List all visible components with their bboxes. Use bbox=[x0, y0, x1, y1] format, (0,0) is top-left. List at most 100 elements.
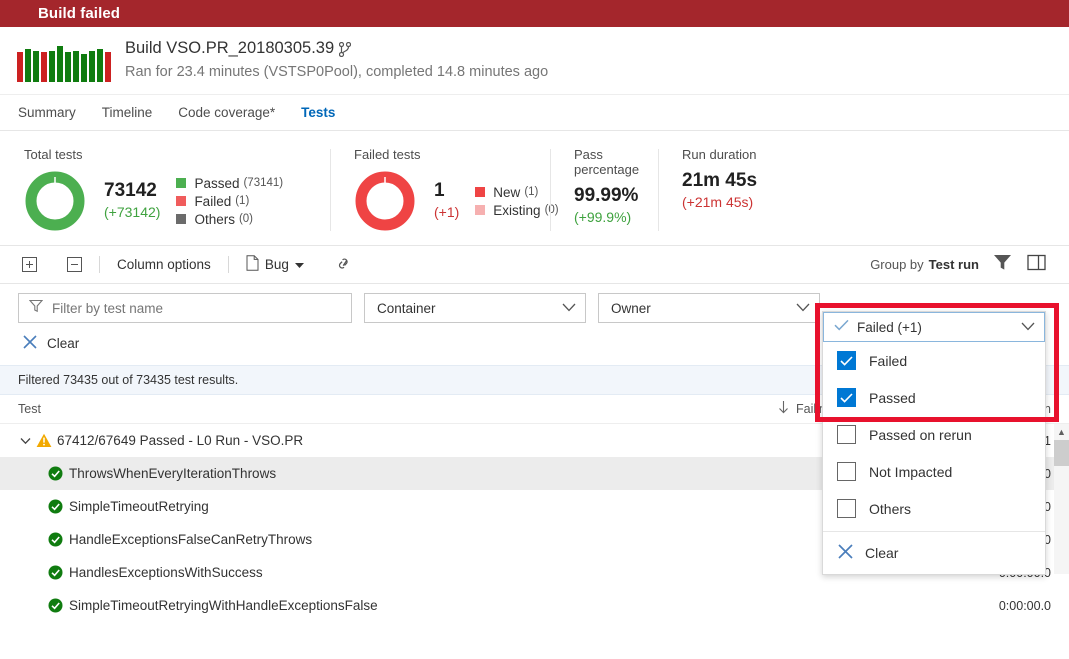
chevron-expanded-icon[interactable] bbox=[18, 437, 32, 445]
metric-failed-tests: Failed tests 1 (+1) New (1) Existing (0) bbox=[330, 131, 559, 245]
legend-count-new: (1) bbox=[524, 186, 539, 198]
filter-toggle-button[interactable] bbox=[985, 250, 1019, 280]
outcome-option-label: Others bbox=[869, 500, 912, 517]
failed-tests-value: 1 bbox=[434, 180, 445, 201]
expand-all-button[interactable] bbox=[18, 254, 41, 275]
metric-failed-tests-title: Failed tests bbox=[354, 147, 421, 162]
build-history-bar[interactable] bbox=[17, 51, 23, 82]
clear-filters-button[interactable]: Clear bbox=[22, 334, 79, 353]
metric-run-duration: Run duration 21m 45s (+21m 45s) bbox=[658, 131, 838, 245]
clear-filters-label: Clear bbox=[47, 336, 80, 351]
metric-total-tests: Total tests 73142 (+73142) Passed (73141… bbox=[0, 131, 330, 245]
outcome-filter-dropdown: Failed (+1) Failed Passed Passed on reru… bbox=[822, 311, 1046, 575]
build-title-row: Build VSO.PR_20180305.39 bbox=[125, 38, 548, 59]
grid-vertical-scrollbar[interactable]: ▲ bbox=[1054, 424, 1069, 574]
legend-label-others: Others bbox=[194, 211, 235, 227]
passed-icon bbox=[48, 598, 63, 613]
build-history-bar[interactable] bbox=[89, 50, 95, 82]
bug-label: Bug bbox=[264, 257, 289, 272]
build-meta: Build VSO.PR_20180305.39 Ran for 23.4 mi… bbox=[125, 38, 548, 83]
outcome-option-label: Not Impacted bbox=[869, 463, 953, 480]
table-row[interactable]: SimpleTimeoutRetryingWithHandleException… bbox=[0, 589, 1069, 622]
build-history-bar[interactable] bbox=[65, 51, 71, 82]
tab-tests[interactable]: Tests bbox=[301, 95, 335, 131]
test-name-filter[interactable]: Filter by test name bbox=[18, 293, 352, 323]
link-icon bbox=[336, 255, 354, 274]
build-history-bar[interactable] bbox=[97, 48, 103, 82]
container-filter[interactable]: Container bbox=[364, 293, 586, 323]
checkbox-unchecked-icon[interactable] bbox=[837, 499, 856, 518]
outcome-option-passed-on-rerun[interactable]: Passed on rerun bbox=[823, 416, 1045, 453]
passed-icon bbox=[48, 532, 63, 547]
outcome-clear-button[interactable]: Clear bbox=[823, 532, 1045, 574]
warning-icon bbox=[36, 433, 52, 448]
legend-item: Others (0) bbox=[176, 212, 283, 227]
total-tests-delta: (+73142) bbox=[104, 204, 161, 220]
toolbar-divider bbox=[99, 256, 100, 273]
toolbar-right-group: Group by Test run bbox=[870, 250, 1053, 280]
chevron-down-icon bbox=[562, 299, 576, 317]
legend-swatch-passed bbox=[176, 178, 187, 188]
branch-icon bbox=[339, 41, 352, 58]
metric-pass-percentage: Pass percentage 99.99% (+99.9%) bbox=[550, 131, 658, 245]
tab-summary[interactable]: Summary bbox=[18, 95, 76, 131]
side-panel-icon bbox=[1026, 254, 1046, 276]
outcome-option-failed[interactable]: Failed bbox=[823, 342, 1045, 379]
chevron-down-icon bbox=[796, 299, 810, 317]
outcome-filter-combobox[interactable]: Failed (+1) bbox=[823, 312, 1045, 342]
outcome-filter-selected-label: Failed (+1) bbox=[857, 319, 922, 335]
build-title[interactable]: Build VSO.PR_20180305.39 bbox=[125, 38, 334, 59]
checkbox-unchecked-icon[interactable] bbox=[837, 462, 856, 481]
test-name: SimpleTimeoutRetryingWithHandleException… bbox=[69, 598, 378, 613]
side-panel-button[interactable] bbox=[1019, 250, 1053, 280]
collapse-all-button[interactable] bbox=[63, 254, 86, 275]
bug-button[interactable]: Bug bbox=[242, 252, 308, 277]
passed-icon bbox=[48, 565, 63, 580]
build-history-bar[interactable] bbox=[105, 51, 111, 82]
tab-code-coverage[interactable]: Code coverage* bbox=[178, 95, 275, 131]
link-button[interactable] bbox=[332, 252, 358, 277]
passed-icon bbox=[48, 466, 63, 481]
group-by-control[interactable]: Group by Test run bbox=[870, 257, 979, 272]
search-input[interactable]: Filter by test name bbox=[52, 301, 163, 316]
outcome-option-not-impacted[interactable]: Not Impacted bbox=[823, 453, 1045, 490]
metric-run-duration-title: Run duration bbox=[682, 147, 757, 162]
legend-swatch-others bbox=[176, 214, 187, 224]
build-history-sparkline[interactable] bbox=[17, 40, 113, 82]
outcome-option-label: Passed on rerun bbox=[869, 426, 972, 443]
test-duration: 0:00:00.0 bbox=[998, 598, 1051, 613]
checkbox-checked-icon[interactable] bbox=[837, 388, 856, 407]
tab-bar: Summary Timeline Code coverage* Tests bbox=[0, 95, 1069, 131]
checkbox-unchecked-icon[interactable] bbox=[837, 425, 856, 444]
owner-filter[interactable]: Owner bbox=[598, 293, 820, 323]
legend-swatch-new bbox=[475, 187, 486, 197]
outcome-option-others[interactable]: Others bbox=[823, 490, 1045, 527]
tab-timeline[interactable]: Timeline bbox=[102, 95, 153, 131]
total-tests-donut bbox=[24, 170, 86, 232]
minus-box-icon bbox=[67, 257, 82, 272]
scrollbar-thumb[interactable] bbox=[1054, 440, 1069, 466]
column-header-test[interactable]: Test bbox=[18, 402, 778, 416]
banner-title: Build failed bbox=[38, 5, 121, 22]
scroll-up-arrow-icon[interactable]: ▲ bbox=[1054, 424, 1069, 440]
close-icon bbox=[22, 334, 38, 353]
legend-item: Failed (1) bbox=[176, 194, 283, 209]
outcome-clear-label: Clear bbox=[865, 545, 899, 561]
file-icon bbox=[246, 255, 259, 274]
build-history-bar[interactable] bbox=[25, 48, 31, 82]
container-filter-label: Container bbox=[377, 300, 436, 316]
column-options-button[interactable]: Column options bbox=[113, 254, 215, 275]
build-history-bar[interactable] bbox=[41, 51, 47, 82]
build-history-bar[interactable] bbox=[73, 50, 79, 82]
total-tests-value: 73142 bbox=[104, 180, 157, 201]
build-history-bar[interactable] bbox=[81, 53, 87, 82]
legend-item: Existing (0) bbox=[475, 203, 559, 218]
outcome-option-passed[interactable]: Passed bbox=[823, 379, 1045, 416]
check-icon bbox=[834, 318, 849, 336]
checkbox-checked-icon[interactable] bbox=[837, 351, 856, 370]
build-history-bar[interactable] bbox=[57, 45, 63, 82]
build-history-bar[interactable] bbox=[33, 50, 39, 82]
legend-item: New (1) bbox=[475, 185, 558, 200]
build-history-bar[interactable] bbox=[49, 50, 55, 82]
build-results-page: Build failed Build VSO.PR_20180305.39 Ra… bbox=[0, 0, 1069, 659]
